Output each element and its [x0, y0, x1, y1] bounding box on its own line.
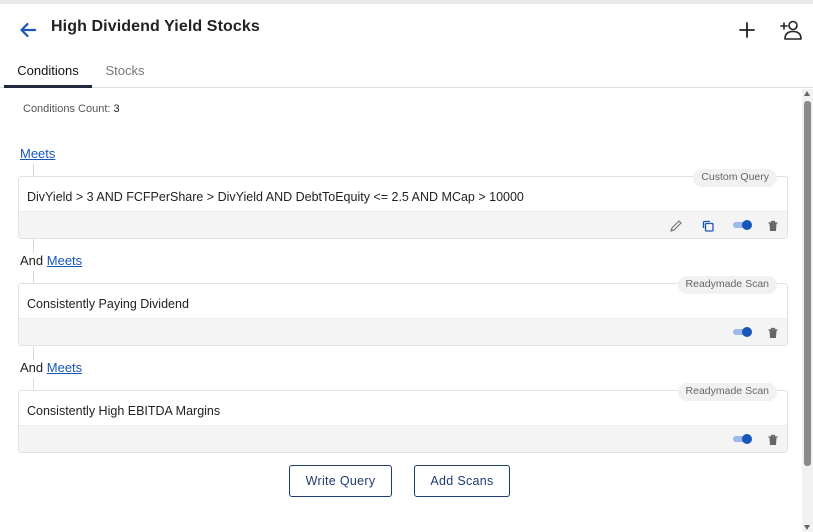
- enable-toggle[interactable]: [733, 434, 752, 444]
- toggle-knob: [742, 220, 752, 230]
- condition-card: Readymade Scan Consistently Paying Divid…: [18, 276, 788, 346]
- page-header: High Dividend Yield Stocks: [0, 4, 813, 54]
- trash-icon: [768, 220, 778, 231]
- conditions-count: Conditions Count: 3: [23, 103, 120, 115]
- condition-type-badge: Custom Query: [693, 169, 777, 187]
- add-button[interactable]: [733, 16, 761, 44]
- meets-link[interactable]: Meets: [47, 360, 82, 375]
- trash-icon: [768, 434, 778, 445]
- arrow-left-icon: [20, 22, 37, 38]
- connector-line: [33, 164, 34, 176]
- condition-card: Readymade Scan Consistently High EBITDA …: [18, 383, 788, 453]
- condition-type-badge: Readymade Scan: [677, 276, 777, 294]
- toggle-knob: [742, 327, 752, 337]
- condition-type-badge: Readymade Scan: [677, 383, 777, 401]
- delete-button[interactable]: [764, 217, 782, 235]
- connector-and-label: And: [20, 253, 44, 268]
- write-query-button[interactable]: Write Query: [289, 465, 392, 497]
- tab-bar: Conditions Stocks: [0, 54, 813, 88]
- condition-header: And Meets: [20, 253, 82, 268]
- connector-and-label: And: [20, 360, 44, 375]
- condition-header: Meets: [20, 146, 55, 161]
- vertical-scrollbar[interactable]: [802, 89, 813, 532]
- connector-line: [33, 378, 34, 390]
- tab-stocks[interactable]: Stocks: [92, 54, 158, 88]
- conditions-count-value: 3: [113, 103, 120, 115]
- condition-actions: [19, 425, 787, 452]
- delete-button[interactable]: [764, 431, 782, 449]
- connector-line: [33, 346, 34, 360]
- meets-link[interactable]: Meets: [20, 146, 55, 161]
- toggle-knob: [742, 434, 752, 444]
- condition-text[interactable]: Consistently Paying Dividend: [27, 297, 189, 311]
- conditions-panel: Conditions Count: 3 Meets Custom Query D…: [0, 89, 802, 532]
- back-button[interactable]: [14, 16, 42, 44]
- condition-text[interactable]: DivYield > 3 AND FCFPerShare > DivYield …: [27, 190, 524, 204]
- duplicate-button[interactable]: [699, 217, 717, 235]
- scroll-up-arrow-icon[interactable]: [804, 91, 810, 96]
- delete-button[interactable]: [764, 324, 782, 342]
- enable-toggle[interactable]: [733, 327, 752, 337]
- connector-line: [33, 271, 34, 283]
- condition-header: And Meets: [20, 360, 82, 375]
- add-user-button[interactable]: [777, 16, 805, 44]
- trash-icon: [768, 327, 778, 338]
- condition-actions: [19, 318, 787, 345]
- enable-toggle[interactable]: [733, 220, 752, 230]
- connector-line: [33, 239, 34, 253]
- condition-actions: [19, 211, 787, 238]
- copy-icon: [702, 220, 714, 232]
- scrollbar-thumb[interactable]: [804, 101, 811, 466]
- conditions-count-label: Conditions Count:: [23, 103, 111, 115]
- edit-button[interactable]: [667, 217, 685, 235]
- add-scans-button[interactable]: Add Scans: [414, 465, 510, 497]
- plus-icon: [739, 22, 755, 38]
- pencil-icon: [670, 220, 682, 232]
- page-title: High Dividend Yield Stocks: [51, 18, 260, 35]
- tab-conditions[interactable]: Conditions: [4, 54, 92, 88]
- add-person-icon: [780, 20, 802, 40]
- condition-card: Custom Query DivYield > 3 AND FCFPerShar…: [18, 169, 788, 239]
- condition-text[interactable]: Consistently High EBITDA Margins: [27, 404, 220, 418]
- meets-link[interactable]: Meets: [47, 253, 82, 268]
- scroll-down-arrow-icon[interactable]: [804, 525, 810, 530]
